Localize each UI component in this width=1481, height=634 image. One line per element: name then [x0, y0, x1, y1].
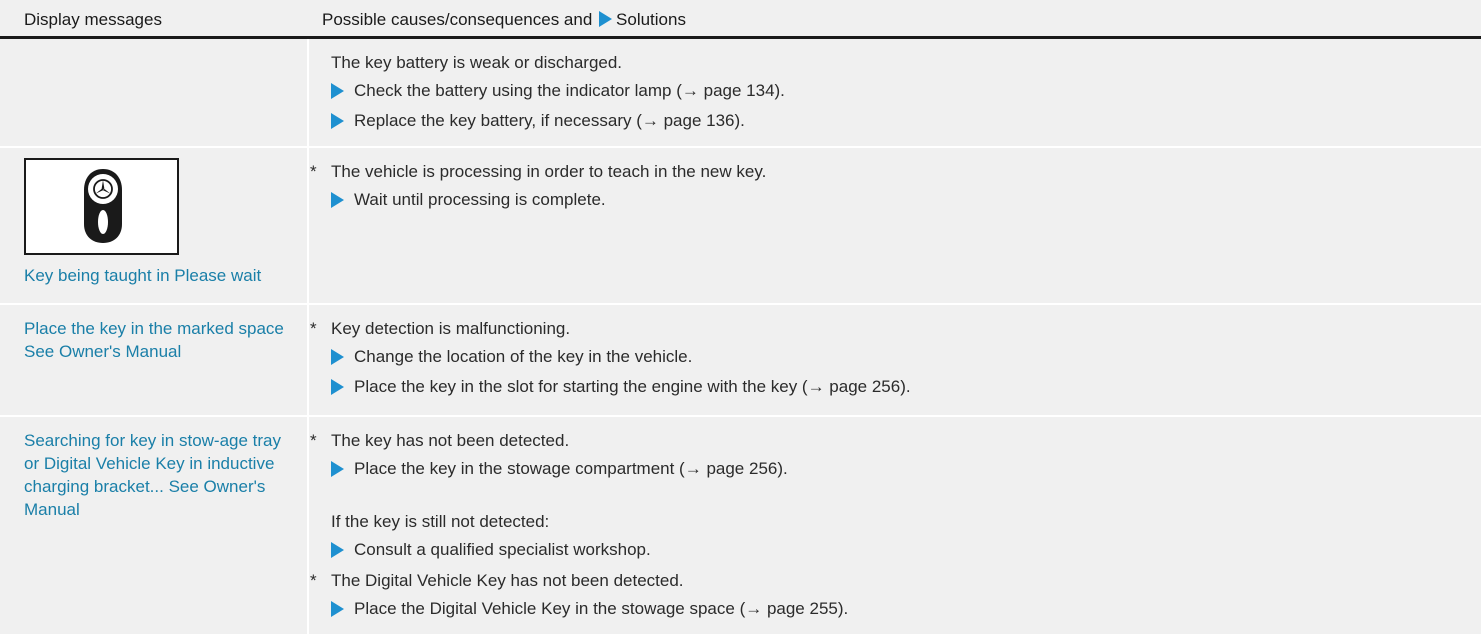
cause-text: The key battery is weak or discharged.: [331, 53, 623, 72]
asterisk: *: [310, 431, 317, 450]
solution-arrow-icon: [599, 11, 613, 27]
solution-text: Place the key in the stowage compartment…: [354, 459, 788, 478]
display-message: Key being taught in Please wait: [24, 266, 262, 285]
header-display-messages: Display messages: [24, 10, 162, 29]
solution-bullet-icon: [331, 113, 344, 129]
solution-text: Place the Digital Vehicle Key in the sto…: [354, 599, 849, 618]
solution-text: Place the key in the slot for starting t…: [354, 377, 911, 396]
cause-text: If the key is still not detected:: [331, 512, 550, 531]
solution-text: Consult a qualified specialist workshop.: [354, 540, 651, 559]
table-header: Display messages Possible causes/consequ…: [0, 0, 1481, 39]
solution-bullet-icon: [331, 461, 344, 477]
table-row: The key battery is weak or discharged. C…: [0, 39, 1481, 146]
cause-text: The vehicle is processing in order to te…: [331, 162, 767, 181]
solution-bullet-icon: [331, 542, 344, 558]
solution-bullet-icon: [331, 379, 344, 395]
header-causes-solutions: Possible causes/consequences and Solutio…: [322, 10, 686, 30]
solution-bullet-icon: [331, 83, 344, 99]
display-messages-table: Display messages Possible causes/consequ…: [0, 0, 1481, 634]
table-row: Searching for key in stow-age tray or Di…: [0, 417, 1481, 634]
solution-text: Change the location of the key in the ve…: [354, 347, 693, 366]
solution-text: Replace the key battery, if necessary (→…: [354, 111, 745, 130]
display-message: Searching for key in stow-age tray or Di…: [24, 431, 282, 519]
header-solutions-text: Solutions: [616, 10, 686, 29]
solution-bullet-icon: [331, 601, 344, 617]
cause-text: The Digital Vehicle Key has not been det…: [331, 571, 684, 590]
solution-text: Wait until processing is complete.: [354, 190, 606, 209]
table-row: Place the key in the marked space See Ow…: [0, 305, 1481, 415]
asterisk: *: [310, 571, 317, 590]
solution-bullet-icon: [331, 192, 344, 208]
cause-text: Key detection is malfunctioning.: [331, 319, 571, 338]
table-row: Key being taught in Please wait * The ve…: [0, 148, 1481, 303]
display-message: Place the key in the marked space See Ow…: [24, 319, 284, 361]
mercedes-key-icon: [84, 169, 122, 243]
solution-bullet-icon: [331, 349, 344, 365]
column-divider: [307, 39, 309, 634]
asterisk: *: [310, 162, 317, 181]
cause-text: The key has not been detected.: [331, 431, 570, 450]
header-causes-text: Possible causes/consequences and: [322, 10, 593, 29]
asterisk: *: [310, 319, 317, 338]
solution-text: Check the battery using the indicator la…: [354, 81, 785, 100]
key-display-box: [24, 158, 179, 255]
